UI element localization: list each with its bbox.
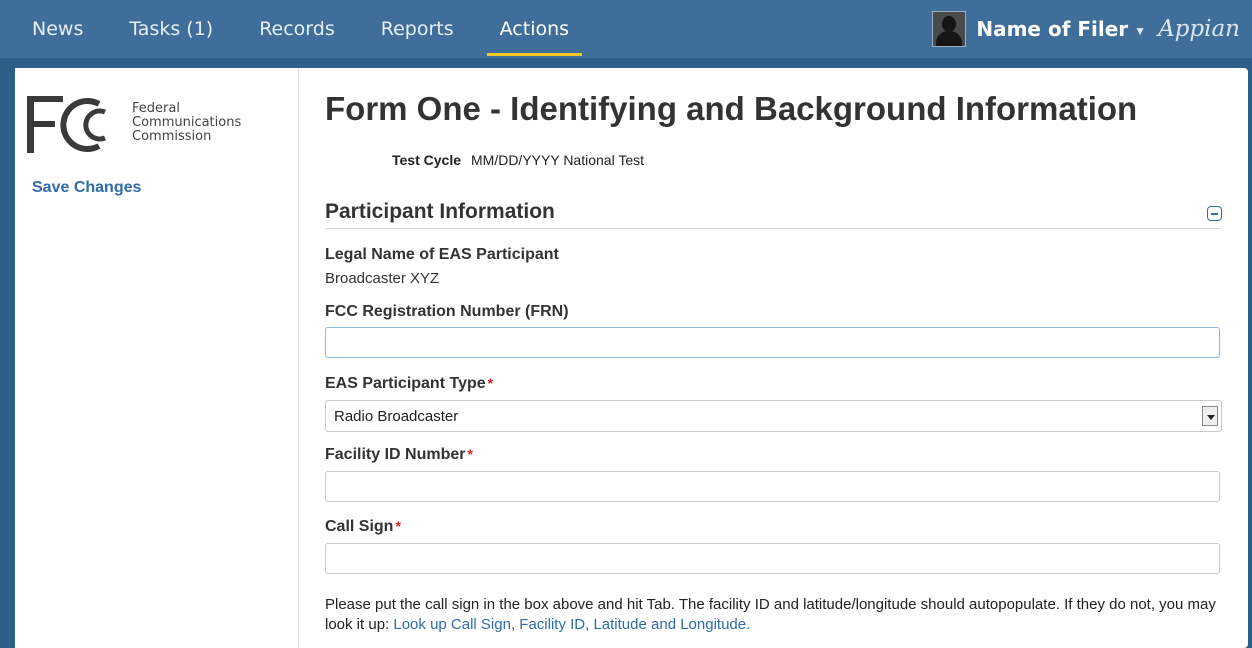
facility-id-input[interactable] xyxy=(325,471,1220,502)
call-sign-input[interactable] xyxy=(325,543,1220,574)
user-area: Name of Filer ▼ Appian xyxy=(932,0,1252,58)
facility-id-label-text: Facility ID Number xyxy=(325,446,466,463)
facility-id-label: Facility ID Number * xyxy=(325,446,473,464)
call-sign-label: Call Sign * xyxy=(325,518,401,536)
section-title: Participant Information xyxy=(325,200,555,223)
fcc-logo-text: Federal Communications Commission xyxy=(132,102,241,144)
active-tab-indicator xyxy=(486,53,583,56)
nav-actions-label: Actions xyxy=(499,18,570,40)
test-cycle-label: Test Cycle xyxy=(392,152,461,168)
section-header: Participant Information xyxy=(325,200,1222,229)
sidebar: Federal Communications Commission Save C… xyxy=(15,68,299,648)
nav-records[interactable]: Records xyxy=(236,0,358,58)
required-marker: * xyxy=(487,375,494,391)
nav-tasks[interactable]: Tasks (1) xyxy=(106,0,236,58)
dropdown-arrow-icon[interactable] xyxy=(1202,406,1218,426)
participant-type-label-text: EAS Participant Type xyxy=(325,375,486,392)
save-changes-link[interactable]: Save Changes xyxy=(32,179,141,197)
participant-type-value: Radio Broadcaster xyxy=(334,408,459,425)
logo-line: Communications xyxy=(132,115,242,130)
user-avatar-icon[interactable] xyxy=(932,11,967,47)
participant-type-select[interactable]: Radio Broadcaster xyxy=(325,400,1222,432)
content-panel: Federal Communications Commission Save C… xyxy=(15,68,1248,648)
call-sign-label-text: Call Sign xyxy=(325,518,394,535)
nav-news[interactable]: News xyxy=(0,0,106,58)
top-navigation-bar: News Tasks (1) Records Reports Actions N… xyxy=(0,0,1252,58)
test-cycle: Test Cycle MM/DD/YYYY National Test xyxy=(392,152,644,168)
frn-label: FCC Registration Number (FRN) xyxy=(325,303,569,320)
legal-name-value: Broadcaster XYZ xyxy=(325,270,440,287)
frn-input[interactable] xyxy=(325,327,1220,358)
logo-line: Federal xyxy=(132,101,180,116)
nav-actions[interactable]: Actions xyxy=(477,0,592,58)
nav-tasks-label: Tasks (1) xyxy=(129,18,214,40)
page-title: Form One - Identifying and Background In… xyxy=(325,90,1138,127)
call-sign-help-text: Please put the call sign in the box abov… xyxy=(325,595,1222,635)
appian-logo: Appian xyxy=(1158,16,1240,42)
legal-name-label: Legal Name of EAS Participant xyxy=(325,246,559,263)
user-name-menu[interactable]: Name of Filer xyxy=(976,17,1128,41)
chevron-down-icon[interactable]: ▼ xyxy=(1134,24,1146,38)
required-marker: * xyxy=(467,446,473,462)
nav-reports[interactable]: Reports xyxy=(358,0,477,58)
participant-type-label: EAS Participant Type * xyxy=(325,375,493,393)
nav-news-label: News xyxy=(32,18,84,40)
logo-line: Commission xyxy=(132,129,212,144)
test-cycle-value: MM/DD/YYYY National Test xyxy=(471,152,644,168)
fcc-logo-icon xyxy=(27,96,106,153)
main-nav: News Tasks (1) Records Reports Actions xyxy=(0,0,592,58)
lookup-call-sign-link[interactable]: Look up Call Sign, Facility ID, Latitude… xyxy=(393,616,750,633)
collapse-section-icon[interactable] xyxy=(1207,206,1222,221)
nav-records-label: Records xyxy=(259,18,335,40)
required-marker: * xyxy=(395,518,401,534)
nav-reports-label: Reports xyxy=(380,18,454,40)
